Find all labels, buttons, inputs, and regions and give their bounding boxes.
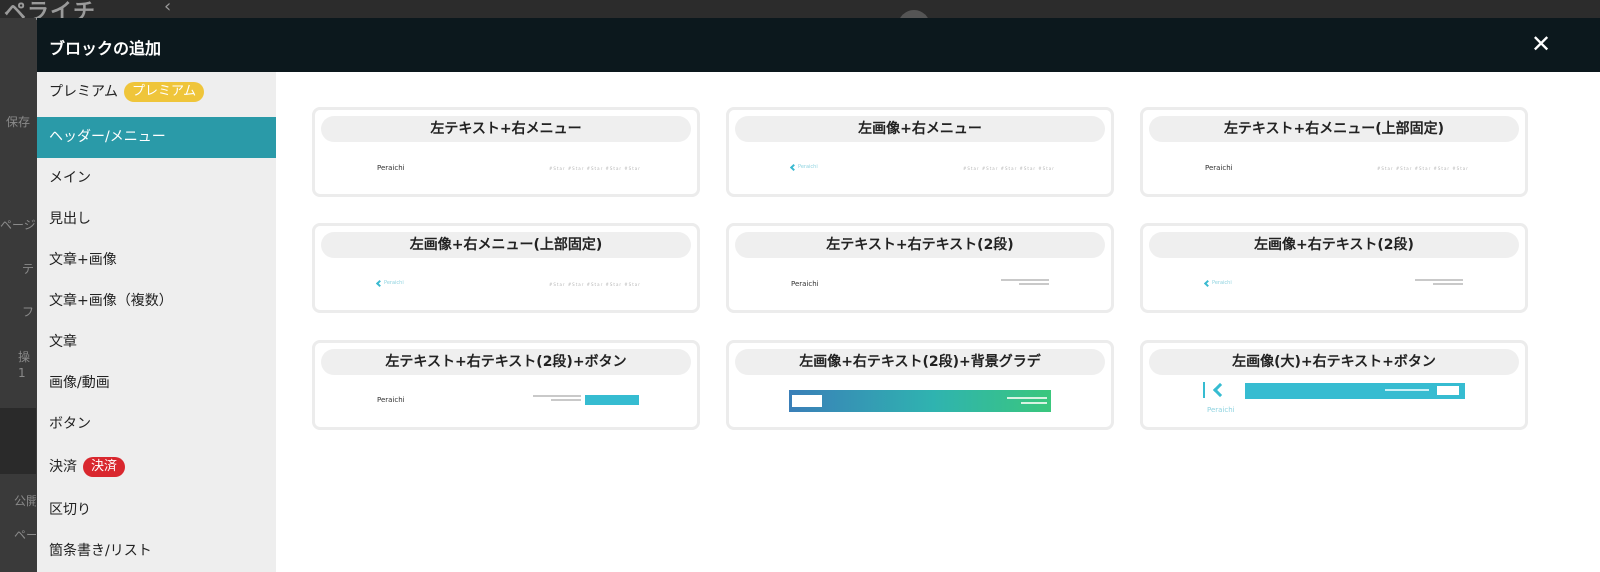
- sidebar-item-payment[interactable]: 決済 決済: [37, 447, 276, 488]
- block-card-title: 左画像+右テキスト(2段)+背景グラデ: [735, 349, 1105, 375]
- preview-logo-word: Peraichi: [1212, 280, 1232, 286]
- background-sidebar-text: 保存: [6, 115, 31, 129]
- chevron-left-icon: ‹: [164, 0, 172, 17]
- block-card-title: 左テキスト+右テキスト(2段)+ボタン: [321, 349, 691, 375]
- block-card-title: 左テキスト+右メニュー: [321, 116, 691, 142]
- sidebar-item-text-image[interactable]: 文章+画像: [37, 240, 276, 281]
- background-sidebar-text: 1: [18, 366, 26, 380]
- sidebar-item-label: 決済: [49, 459, 77, 475]
- background-sidebar-text: 操: [18, 350, 31, 364]
- sidebar-item-label: メイン: [49, 170, 91, 186]
- preview-gradient-background: [789, 390, 1051, 412]
- block-card[interactable]: 左テキスト+右テキスト(2段) Peraichi: [726, 223, 1114, 313]
- preview-menu: #Star #Star #Star #Star #Star: [1377, 166, 1469, 171]
- block-preview: [729, 383, 1111, 427]
- preview-logo-word: Peraichi: [798, 164, 818, 170]
- sidebar-item-label: プレミアム: [49, 84, 119, 100]
- preview-logo-text: Peraichi: [377, 396, 405, 404]
- background-topbar: ペライチ ‹: [0, 0, 1600, 25]
- modal-header: ブロックの追加 ✕: [37, 18, 1600, 72]
- block-card-title: 左画像+右テキスト(2段): [1149, 232, 1519, 258]
- block-preview: Peraichi: [1143, 266, 1525, 310]
- block-card[interactable]: 左画像(大)+右テキスト+ボタン Peraichi: [1140, 340, 1528, 430]
- block-preview: Peraichi #Star #Star #Star #Star #Star: [315, 266, 697, 310]
- preview-logo-icon: Peraichi: [789, 163, 818, 172]
- sidebar-item-list[interactable]: 箇条書き/リスト: [37, 531, 276, 572]
- block-preview: Peraichi: [1143, 382, 1525, 427]
- preview-contact-text: [1001, 279, 1049, 287]
- block-card-title: 左画像(大)+右テキスト+ボタン: [1149, 349, 1519, 375]
- sidebar-item-label: 見出し: [49, 211, 91, 227]
- preview-button: [585, 395, 639, 405]
- preview-menu: #Star #Star #Star #Star #Star: [963, 166, 1055, 171]
- preview-menu: #Star #Star #Star #Star #Star: [549, 282, 641, 287]
- sidebar-item-label: 文章+画像（複数）: [49, 293, 173, 309]
- preview-logo-text: Peraichi: [1205, 164, 1233, 172]
- preview-large-logo-icon: Peraichi: [1203, 382, 1243, 422]
- close-icon[interactable]: ✕: [1525, 28, 1557, 60]
- category-sidebar: プレミアム プレミアム ヘッダー/メニュー メイン 見出し 文章+画像 文章+画像…: [37, 72, 276, 572]
- sidebar-item-label: 文章: [49, 334, 77, 350]
- background-sidebar-text: 公開: [14, 494, 36, 508]
- background-sidebar-text: テ: [22, 262, 35, 276]
- block-preview: Peraichi #Star #Star #Star #Star #Star: [1143, 150, 1525, 194]
- preview-logo-icon: Peraichi: [1203, 279, 1232, 288]
- payment-badge: 決済: [83, 457, 126, 477]
- sidebar-item-main[interactable]: メイン: [37, 158, 276, 199]
- premium-badge: プレミアム: [124, 82, 205, 102]
- background-sidebar: 保存 ページ テ フ 操 1 公開 ペー: [0, 18, 36, 572]
- block-card[interactable]: 左画像+右メニュー(上部固定) Peraichi #Star #Star #St…: [312, 223, 700, 313]
- background-active-item: [0, 408, 36, 474]
- preview-contact-text: [533, 395, 581, 403]
- block-grid: 左テキスト+右メニュー Peraichi #Star #Star #Star #…: [276, 72, 1600, 572]
- block-preview: Peraichi #Star #Star #Star #Star #Star: [729, 150, 1111, 194]
- preview-logo-icon: [792, 395, 822, 407]
- background-sidebar-text: ペー: [14, 528, 36, 542]
- sidebar-item-label: ヘッダー/メニュー: [49, 129, 166, 145]
- sidebar-item-text-image-multiple[interactable]: 文章+画像（複数）: [37, 281, 276, 322]
- sidebar-item-label: 画像/動画: [49, 375, 110, 391]
- preview-menu: #Star #Star #Star #Star #Star: [549, 166, 641, 171]
- preview-header-bar: [1245, 383, 1465, 399]
- block-preview: Peraichi: [315, 383, 697, 427]
- sidebar-item-premium[interactable]: プレミアム プレミアム: [37, 72, 276, 113]
- preview-logo-word: Peraichi: [384, 280, 404, 286]
- block-card[interactable]: 左画像+右テキスト(2段) Peraichi: [1140, 223, 1528, 313]
- sidebar-item-label: 文章+画像: [49, 252, 117, 268]
- block-card[interactable]: 左テキスト+右メニュー(上部固定) Peraichi #Star #Star #…: [1140, 107, 1528, 197]
- sidebar-item-text[interactable]: 文章: [37, 322, 276, 363]
- sidebar-item-divider[interactable]: 区切り: [37, 490, 276, 531]
- sidebar-item-image-video[interactable]: 画像/動画: [37, 363, 276, 404]
- preview-logo-text: Peraichi: [791, 280, 819, 288]
- preview-contact-text: [1415, 279, 1463, 287]
- background-sidebar-text: フ: [22, 305, 35, 319]
- block-card-title: 左テキスト+右テキスト(2段): [735, 232, 1105, 258]
- block-card-title: 左画像+右メニュー: [735, 116, 1105, 142]
- sidebar-item-heading[interactable]: 見出し: [37, 199, 276, 240]
- sidebar-item-label: ボタン: [49, 416, 91, 432]
- background-sidebar-text: ページ: [0, 218, 36, 232]
- block-card[interactable]: 左画像+右テキスト(2段)+背景グラデ: [726, 340, 1114, 430]
- preview-logo-text: Peraichi: [377, 164, 405, 172]
- preview-logo-icon: Peraichi: [375, 279, 404, 288]
- preview-logo-word: Peraichi: [1207, 406, 1235, 414]
- block-card[interactable]: 左画像+右メニュー Peraichi #Star #Star #Star #St…: [726, 107, 1114, 197]
- sidebar-item-button[interactable]: ボタン: [37, 404, 276, 445]
- block-card-title: 左テキスト+右メニュー(上部固定): [1149, 116, 1519, 142]
- block-preview: Peraichi: [729, 266, 1111, 310]
- modal-title: ブロックの追加: [49, 39, 162, 58]
- sidebar-item-label: 区切り: [49, 502, 91, 518]
- block-card[interactable]: 左テキスト+右テキスト(2段)+ボタン Peraichi: [312, 340, 700, 430]
- block-card-title: 左画像+右メニュー(上部固定): [321, 232, 691, 258]
- block-preview: Peraichi #Star #Star #Star #Star #Star: [315, 150, 697, 194]
- sidebar-item-header-menu[interactable]: ヘッダー/メニュー: [37, 117, 276, 158]
- sidebar-item-label: 箇条書き/リスト: [49, 543, 152, 559]
- block-card[interactable]: 左テキスト+右メニュー Peraichi #Star #Star #Star #…: [312, 107, 700, 197]
- preview-button: [1437, 386, 1459, 395]
- add-block-modal: ブロックの追加 ✕ プレミアム プレミアム ヘッダー/メニュー メイン 見出し 文…: [37, 18, 1600, 572]
